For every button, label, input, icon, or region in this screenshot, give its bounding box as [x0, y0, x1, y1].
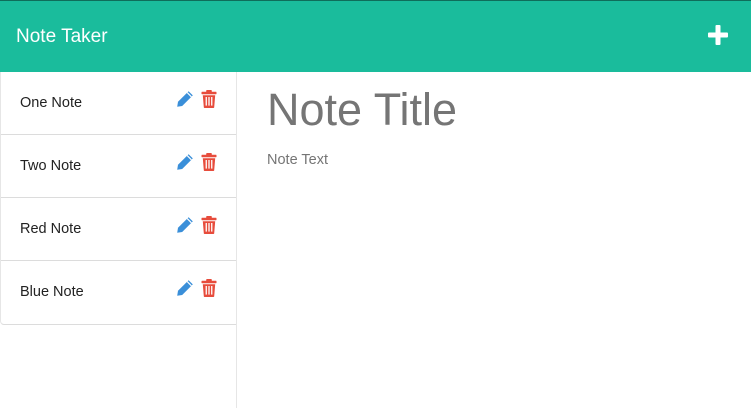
list-item[interactable]: Two Note: [1, 135, 236, 198]
note-title-input[interactable]: [267, 82, 727, 138]
note-text-input[interactable]: [267, 152, 727, 352]
navbar: Note Taker: [0, 0, 751, 72]
pencil-icon[interactable]: [176, 153, 194, 171]
trash-icon[interactable]: [201, 279, 217, 297]
app-root: Note Taker One Note Two Note Red Note Bl…: [0, 0, 751, 408]
note-editor: [237, 72, 751, 408]
trash-icon[interactable]: [201, 90, 217, 108]
note-label[interactable]: One Note: [20, 95, 82, 112]
add-note-button[interactable]: [707, 24, 729, 46]
list-item[interactable]: Blue Note: [1, 261, 236, 324]
note-sidebar: One Note Two Note Red Note Blue Note: [0, 72, 237, 408]
pencil-icon[interactable]: [176, 216, 194, 234]
trash-icon[interactable]: [201, 153, 217, 171]
note-label[interactable]: Blue Note: [20, 284, 84, 301]
trash-icon[interactable]: [201, 216, 217, 234]
note-list: One Note Two Note Red Note Blue Note: [0, 72, 236, 325]
list-item[interactable]: One Note: [1, 72, 236, 135]
list-item[interactable]: Red Note: [1, 198, 236, 261]
pencil-icon[interactable]: [176, 279, 194, 297]
note-label[interactable]: Two Note: [20, 158, 81, 175]
brand-title[interactable]: Note Taker: [16, 26, 108, 48]
pencil-icon[interactable]: [176, 90, 194, 108]
plus-icon: [708, 25, 728, 45]
note-label[interactable]: Red Note: [20, 221, 81, 238]
